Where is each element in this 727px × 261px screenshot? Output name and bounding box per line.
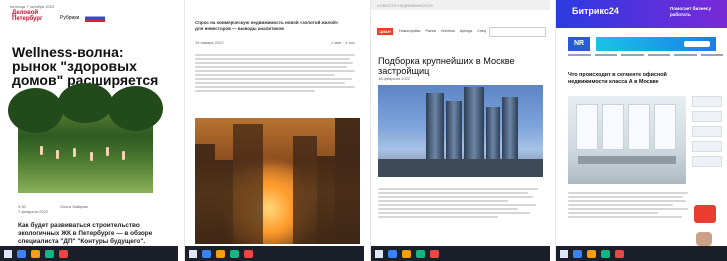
moscow-towers-photo	[378, 85, 543, 177]
start-icon[interactable]	[4, 249, 12, 258]
browser-panel-nr: Битрикс24 Помогает бизнесу работать NR Ч…	[555, 0, 727, 261]
header-hint: НОВОСТИ НЕДВИЖИМОСТИ	[377, 3, 433, 8]
stats-text: 1 мин · 4 тыс	[330, 40, 355, 45]
article-headline[interactable]: Wellness-волна: рынок "здоровых домов" р…	[12, 45, 167, 87]
app-icon[interactable]	[388, 249, 397, 258]
nav-item[interactable]: Новостройки	[399, 29, 421, 33]
app-icon[interactable]	[615, 249, 624, 258]
browser-panel-investment: Спрос на коммерческую недвижимость новой…	[184, 0, 364, 261]
app-icon[interactable]	[17, 249, 26, 258]
nav-bar: Рубрики	[60, 14, 106, 22]
article-meta: 19 января 2022 1 мин · 4 тыс	[195, 40, 355, 45]
app-icon[interactable]	[216, 249, 225, 258]
article-meta: 9:30 7 февраля 2022 Ольга Зайцева	[18, 204, 158, 214]
browser-panel-dp: пятница 7 октября 2022 Деловой Петербург…	[0, 0, 178, 261]
date-text: 7 февраля 2022	[18, 209, 48, 214]
app-icon[interactable]	[601, 249, 610, 258]
site-logo[interactable]: ЦИАН	[377, 28, 393, 35]
app-icon[interactable]	[587, 249, 596, 258]
taskbar	[371, 246, 550, 261]
office-interior-photo	[568, 96, 686, 184]
start-icon[interactable]	[560, 249, 568, 258]
article-headline[interactable]: Что происходит в сегменте офисной недвиж…	[568, 72, 688, 85]
site-header: НОВОСТИ НЕДВИЖИМОСТИ	[371, 0, 550, 10]
article-paragraph	[378, 186, 543, 220]
app-icon[interactable]	[45, 249, 54, 258]
start-icon[interactable]	[375, 249, 383, 258]
promo-sticker[interactable]	[694, 205, 716, 223]
outdoor-yoga-photo	[8, 83, 163, 193]
app-icon[interactable]	[416, 249, 425, 258]
flag-icon	[85, 14, 106, 22]
ad-button[interactable]	[684, 41, 710, 47]
search-input[interactable]	[489, 27, 546, 37]
start-icon[interactable]	[189, 249, 197, 258]
ad-strip[interactable]	[596, 37, 716, 51]
banner-text: Помогает бизнесу работать	[670, 6, 712, 17]
app-icon[interactable]	[230, 249, 239, 258]
nav-item[interactable]: Рынок	[426, 29, 437, 33]
app-icon[interactable]	[244, 249, 253, 258]
date-text: 19 января 2022	[195, 40, 224, 45]
taskbar	[556, 246, 727, 261]
browser-panel-cian: НОВОСТИ НЕДВИЖИМОСТИ ЦИАН Новостройки Ры…	[370, 0, 550, 261]
taskbar	[185, 246, 364, 261]
ad-banner[interactable]: Битрикс24 Помогает бизнесу работать	[556, 0, 727, 28]
article-subheadline: Как будет развиваться строительство экол…	[18, 222, 153, 245]
author-name[interactable]: Ольга Зайцева	[60, 204, 88, 214]
banner-brand[interactable]: Битрикс24	[572, 6, 619, 16]
article-headline[interactable]: Подборка крупнейших в Москве застройщиц	[378, 56, 550, 76]
app-icon[interactable]	[59, 249, 68, 258]
nav-bar: Новостройки Рынок Ипотека Аренда Спец	[399, 29, 486, 33]
nav-menu	[568, 54, 723, 56]
site-logo[interactable]: NR	[568, 37, 590, 51]
app-icon[interactable]	[573, 249, 582, 258]
nav-item[interactable]: Спец	[477, 29, 486, 33]
article-paragraph	[195, 52, 355, 94]
nav-item[interactable]: Аренда	[460, 29, 472, 33]
taskbar	[0, 246, 178, 261]
nav-item[interactable]: Ипотека	[441, 29, 455, 33]
app-icon[interactable]	[202, 249, 211, 258]
app-icon[interactable]	[402, 249, 411, 258]
article-paragraph	[568, 190, 688, 220]
sidebar	[692, 96, 722, 171]
author-avatar	[696, 232, 712, 246]
nav-rubrics[interactable]: Рубрики	[60, 15, 79, 21]
app-icon[interactable]	[430, 249, 439, 258]
sunset-city-photo	[195, 118, 360, 244]
date-text: 18 февраля 2022	[378, 76, 411, 81]
site-logo[interactable]: Деловой Петербург	[12, 10, 52, 22]
app-icon[interactable]	[31, 249, 40, 258]
article-title[interactable]: Спрос на коммерческую недвижимость новой…	[195, 20, 340, 31]
